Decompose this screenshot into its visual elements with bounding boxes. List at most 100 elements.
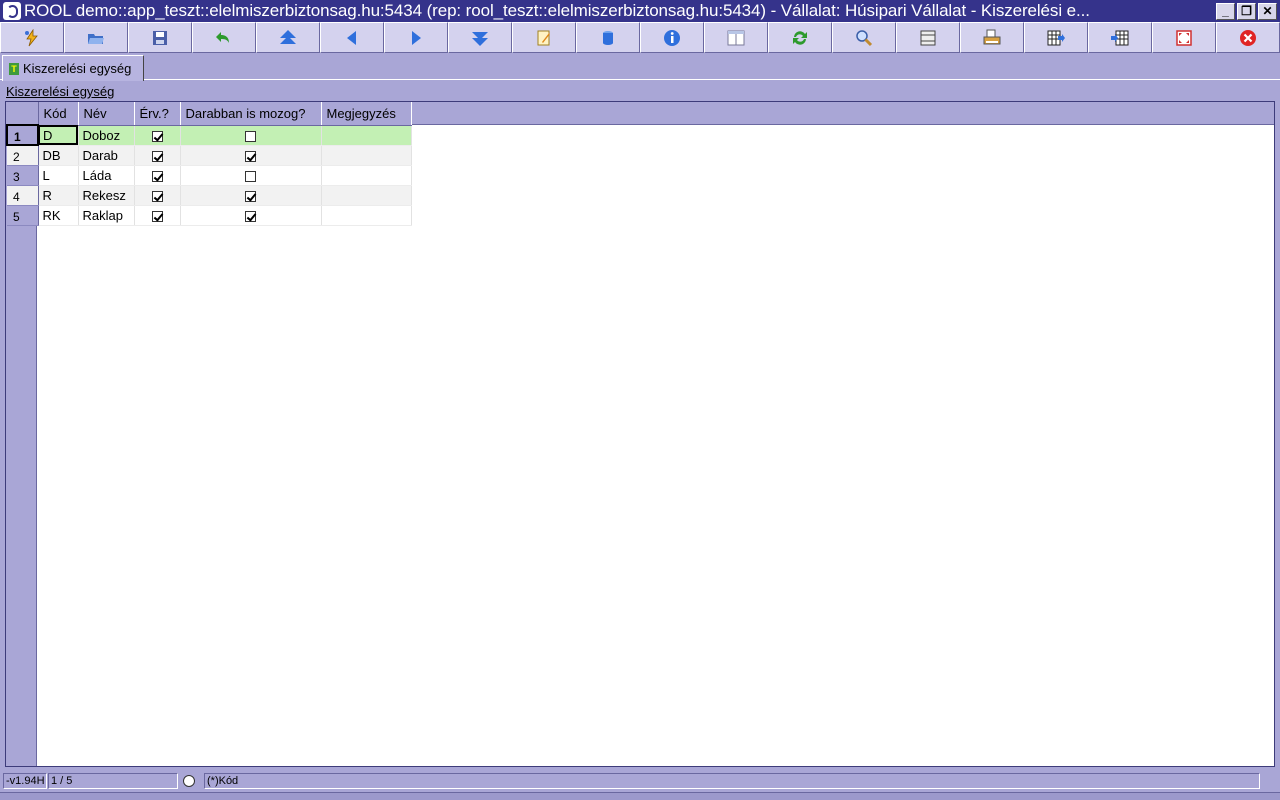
open-button[interactable]	[64, 22, 128, 53]
tab-kiszerelesi-egyseg[interactable]: T Kiszerelési egység	[2, 55, 145, 81]
cell-megjegyzes[interactable]	[321, 165, 412, 186]
row-number[interactable]: 3	[7, 165, 39, 186]
cell-nev[interactable]: Rekesz	[78, 185, 135, 206]
info-button[interactable]	[640, 22, 704, 53]
darabban-checkbox[interactable]	[245, 150, 256, 162]
darabban-checkbox[interactable]	[245, 190, 256, 202]
first-record-button[interactable]	[256, 22, 320, 53]
table-icon: T	[9, 62, 19, 75]
save-button[interactable]	[128, 22, 192, 53]
cell-megjegyzes[interactable]	[321, 205, 412, 226]
maximize-view-button[interactable]	[1152, 22, 1216, 53]
cell-nev[interactable]: Láda	[78, 165, 135, 186]
table-row[interactable]: 4 R Rekesz	[7, 185, 412, 206]
last-record-button[interactable]	[448, 22, 512, 53]
table-row[interactable]: 1 D Doboz	[6, 124, 412, 146]
cell-megjegyzes[interactable]	[321, 185, 412, 206]
info-icon	[664, 29, 680, 46]
split-view-button[interactable]	[704, 22, 768, 53]
darabban-checkbox[interactable]	[245, 130, 256, 142]
print-button[interactable]	[960, 22, 1024, 53]
minimize-button[interactable]: _	[1216, 2, 1235, 20]
row-number[interactable]: 2	[7, 145, 39, 166]
restore-button[interactable]: ❐	[1237, 2, 1256, 20]
cell-kod[interactable]: R	[38, 185, 79, 206]
cell-darabban[interactable]	[180, 145, 322, 166]
next-button[interactable]	[384, 22, 448, 53]
refresh-button[interactable]	[768, 22, 832, 53]
cell-darabban[interactable]	[180, 165, 322, 186]
erv-checkbox[interactable]	[151, 150, 163, 162]
cell-erv[interactable]	[134, 185, 181, 206]
cell-erv[interactable]	[134, 145, 181, 166]
row-number[interactable]: 4	[7, 185, 39, 206]
cell-kod[interactable]: DB	[38, 145, 79, 166]
version-label: -v1.94H	[3, 773, 47, 789]
table-row[interactable]: 3 L Láda	[7, 165, 412, 186]
window-title: ROOL demo::app_teszt::elelmiszerbiztonsa…	[24, 1, 1090, 20]
cell-nev[interactable]: Raklap	[78, 205, 135, 226]
search-icon	[856, 29, 873, 46]
print-icon	[983, 29, 1001, 44]
app-icon	[3, 2, 21, 20]
cell-kod[interactable]: D	[38, 125, 79, 146]
last-record-icon	[472, 31, 488, 46]
darabban-checkbox[interactable]	[245, 170, 256, 182]
filter-radio[interactable]	[183, 775, 195, 787]
column-header-kod[interactable]: Kód	[38, 102, 79, 126]
erv-checkbox[interactable]	[151, 130, 163, 142]
grid-export-icon	[1047, 30, 1065, 45]
previous-button[interactable]	[320, 22, 384, 53]
cell-darabban[interactable]	[180, 205, 322, 226]
first-record-icon	[280, 29, 296, 44]
cell-megjegyzes[interactable]	[321, 125, 412, 146]
cell-darabban[interactable]	[180, 185, 322, 206]
maximize-icon	[1176, 29, 1192, 46]
edit-button[interactable]	[512, 22, 576, 53]
open-folder-icon	[88, 33, 104, 44]
column-header-darabban[interactable]: Darabban is mozog?	[180, 102, 322, 126]
row-number[interactable]: 5	[7, 205, 39, 226]
cell-erv[interactable]	[134, 125, 181, 146]
next-icon	[412, 30, 421, 45]
column-header-nev[interactable]: Név	[78, 102, 135, 126]
row-number[interactable]: 1	[6, 124, 39, 146]
erv-checkbox[interactable]	[151, 190, 163, 202]
edit-icon	[537, 30, 550, 45]
tab-label: Kiszerelési egység	[23, 61, 132, 76]
save-icon	[153, 30, 167, 45]
database-button[interactable]	[576, 22, 640, 53]
group-label: Kiszerelési egység	[6, 84, 115, 99]
toolbar-action-button[interactable]	[0, 22, 64, 53]
data-grid: Kód Név Érv.? Darabban is mozog? Megjegy…	[5, 101, 1275, 767]
cell-nev[interactable]: Darab	[78, 145, 135, 166]
erv-checkbox[interactable]	[151, 170, 163, 182]
cell-nev[interactable]: Doboz	[78, 125, 135, 146]
close-button[interactable]: ✕	[1258, 2, 1277, 20]
grid-corner[interactable]	[7, 102, 39, 126]
darabban-checkbox[interactable]	[245, 210, 256, 222]
cell-kod[interactable]: RK	[38, 205, 79, 226]
columns-icon	[920, 30, 936, 45]
lightning-icon	[25, 28, 38, 46]
erv-checkbox[interactable]	[151, 210, 163, 222]
undo-button[interactable]	[192, 22, 256, 53]
columns-button[interactable]	[896, 22, 960, 53]
exit-button[interactable]	[1216, 22, 1280, 53]
sort-indicator: (*)Kód	[204, 773, 1260, 789]
cell-erv[interactable]	[134, 205, 181, 226]
cell-kod[interactable]: L	[38, 165, 79, 186]
column-header-megjegyzes[interactable]: Megjegyzés	[321, 102, 412, 126]
split-view-icon	[727, 30, 745, 45]
grid-import-button[interactable]	[1088, 22, 1152, 53]
record-position: 1 / 5	[48, 773, 178, 789]
cell-erv[interactable]	[134, 165, 181, 186]
cell-megjegyzes[interactable]	[321, 145, 412, 166]
column-header-erv[interactable]: Érv.?	[134, 102, 181, 126]
cell-darabban[interactable]	[180, 125, 322, 146]
grid-export-button[interactable]	[1024, 22, 1088, 53]
title-bar: ROOL demo::app_teszt::elelmiszerbiztonsa…	[0, 0, 1280, 22]
table-row[interactable]: 2 DB Darab	[7, 145, 412, 166]
table-row[interactable]: 5 RK Raklap	[7, 205, 412, 226]
search-button[interactable]	[832, 22, 896, 53]
